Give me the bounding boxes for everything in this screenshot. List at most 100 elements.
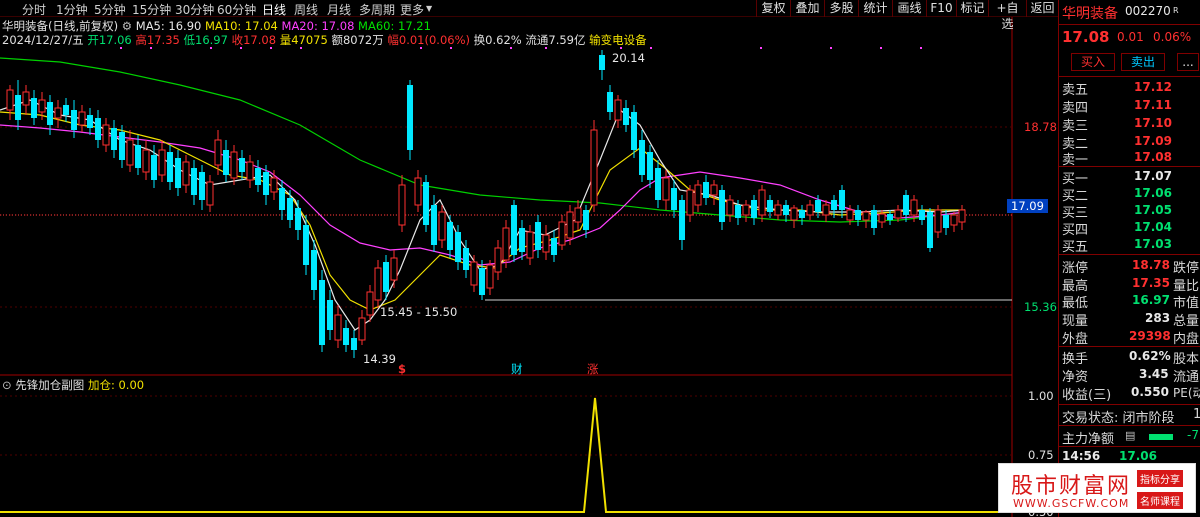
- bid-3-price[interactable]: 17.05: [1134, 203, 1172, 217]
- bar-amount: 额8072万: [331, 33, 384, 47]
- candle-body: [783, 205, 789, 215]
- period-1min[interactable]: 1分钟: [56, 1, 88, 18]
- period-15min[interactable]: 15分钟: [132, 1, 171, 18]
- bar-turnover: 换0.62%: [473, 33, 522, 47]
- bar-change: 幅0.01(0.06%): [387, 33, 471, 47]
- candle-body: [566, 211, 574, 239]
- candle-body: [878, 213, 886, 223]
- candle-body: [710, 184, 718, 196]
- buy-button[interactable]: 买入: [1071, 53, 1115, 71]
- candle-body: [239, 158, 245, 172]
- period-monthly[interactable]: 月线: [327, 1, 351, 18]
- candle-body: [919, 210, 925, 220]
- settings-icon[interactable]: ⚙: [122, 19, 132, 33]
- event-mark-dividend[interactable]: $: [398, 362, 406, 376]
- period-5min[interactable]: 5分钟: [94, 1, 126, 18]
- candle-body: [519, 228, 525, 252]
- ask-1-price[interactable]: 17.08: [1134, 150, 1172, 164]
- candle-body: [15, 95, 21, 120]
- bid-2-price[interactable]: 17.06: [1134, 186, 1172, 200]
- kline-chart[interactable]: [0, 0, 1058, 517]
- candle-body: [182, 161, 190, 186]
- candle-body: [623, 108, 629, 125]
- bid-4-price[interactable]: 17.04: [1134, 220, 1172, 234]
- multi-stock-button[interactable]: 多股: [824, 0, 858, 17]
- candle-body: [167, 152, 173, 182]
- candle-body: [871, 210, 877, 228]
- period-more[interactable]: 更多: [400, 1, 424, 18]
- bar-sector[interactable]: 输变电设备: [589, 33, 647, 47]
- candle-body: [303, 225, 309, 265]
- candle-body: [270, 177, 278, 193]
- candle-body: [910, 199, 918, 216]
- candle-body: [631, 112, 637, 150]
- event-mark-finance[interactable]: 财: [511, 361, 523, 377]
- draw-line-button[interactable]: 画线: [892, 0, 926, 17]
- period-60min[interactable]: 60分钟: [217, 1, 256, 18]
- bid-1-price[interactable]: 17.07: [1134, 169, 1172, 183]
- candle-body: [583, 210, 589, 230]
- ask-4-price[interactable]: 17.11: [1134, 98, 1172, 112]
- period-multi[interactable]: 多周期: [359, 1, 395, 18]
- event-mark-rise[interactable]: 涨: [587, 361, 599, 377]
- candles: [6, 50, 966, 358]
- main-net-list-icon[interactable]: ▤: [1125, 429, 1135, 442]
- stat-high-value: 17.35: [1132, 276, 1170, 290]
- add-favorite-button[interactable]: +自选: [988, 0, 1026, 31]
- sub-chart-title[interactable]: 先锋加仓副图: [15, 378, 84, 392]
- stat-current-vol-value: 283: [1145, 311, 1171, 325]
- candle-body: [719, 190, 725, 222]
- ma5-value: MA5: 16.90: [135, 19, 202, 33]
- candle-body: [662, 177, 670, 201]
- watermark-tag-share: 指标分享: [1137, 470, 1183, 487]
- fuquan-button[interactable]: 复权: [756, 0, 790, 17]
- ask-2-price[interactable]: 17.09: [1134, 134, 1172, 148]
- candle-body: [590, 129, 598, 206]
- bar-low: 低16.97: [183, 33, 228, 47]
- candle-body: [334, 314, 342, 341]
- candle-body: [839, 190, 845, 210]
- min-price-label: 14.39: [363, 352, 396, 366]
- f10-button[interactable]: F10: [926, 0, 956, 17]
- candle-body: [447, 222, 453, 250]
- candle-body: [806, 204, 814, 216]
- stat-outer-value: 29398: [1129, 329, 1171, 343]
- bar-close: 收17.08: [231, 33, 277, 47]
- current-price-tag: 17.09: [1007, 199, 1048, 213]
- ask-3-label: 卖三: [1062, 119, 1089, 134]
- stat-share-cap-label: 股本: [1173, 352, 1200, 367]
- stat-net-asset-label: 净资: [1062, 370, 1089, 385]
- ask-3-price[interactable]: 17.10: [1134, 116, 1172, 130]
- period-daily[interactable]: 日线: [262, 1, 286, 18]
- stats-button[interactable]: 统计: [858, 0, 892, 17]
- candle-body: [255, 168, 261, 185]
- candle-body: [470, 261, 478, 286]
- candle-body: [799, 210, 805, 218]
- candle-body: [438, 211, 446, 241]
- chevron-down-icon[interactable]: ▼: [426, 4, 432, 13]
- stat-limit-up-value: 18.78: [1132, 258, 1170, 272]
- mark-button[interactable]: 标记: [956, 0, 988, 17]
- period-weekly[interactable]: 周线: [294, 1, 318, 18]
- candle-body: [671, 188, 677, 210]
- candle-body: [862, 211, 870, 221]
- candle-body: [927, 212, 933, 248]
- ask-5-price[interactable]: 17.12: [1134, 80, 1172, 94]
- sub-chart-menu-icon[interactable]: ⊙: [2, 378, 12, 392]
- candle-body: [758, 189, 766, 216]
- candle-body: [479, 268, 485, 295]
- period-fenshi[interactable]: 分时: [22, 1, 46, 18]
- back-button[interactable]: 返回: [1026, 0, 1058, 17]
- period-30min[interactable]: 30分钟: [175, 1, 214, 18]
- candle-body: [894, 209, 902, 219]
- sell-button[interactable]: 卖出: [1121, 53, 1165, 71]
- more-button[interactable]: ...: [1177, 53, 1199, 71]
- bar-date: 2024/12/27/五: [2, 33, 84, 47]
- bid-5-price[interactable]: 17.03: [1134, 237, 1172, 251]
- overlay-button[interactable]: 叠加: [790, 0, 824, 17]
- sub-y-label-2: 0.75: [1028, 448, 1054, 462]
- candle-body: [151, 155, 157, 180]
- sub-y-label-1: 1.00: [1028, 389, 1054, 403]
- signal-dot: [880, 47, 882, 49]
- watermark-tag-course: 名师课程: [1137, 492, 1183, 509]
